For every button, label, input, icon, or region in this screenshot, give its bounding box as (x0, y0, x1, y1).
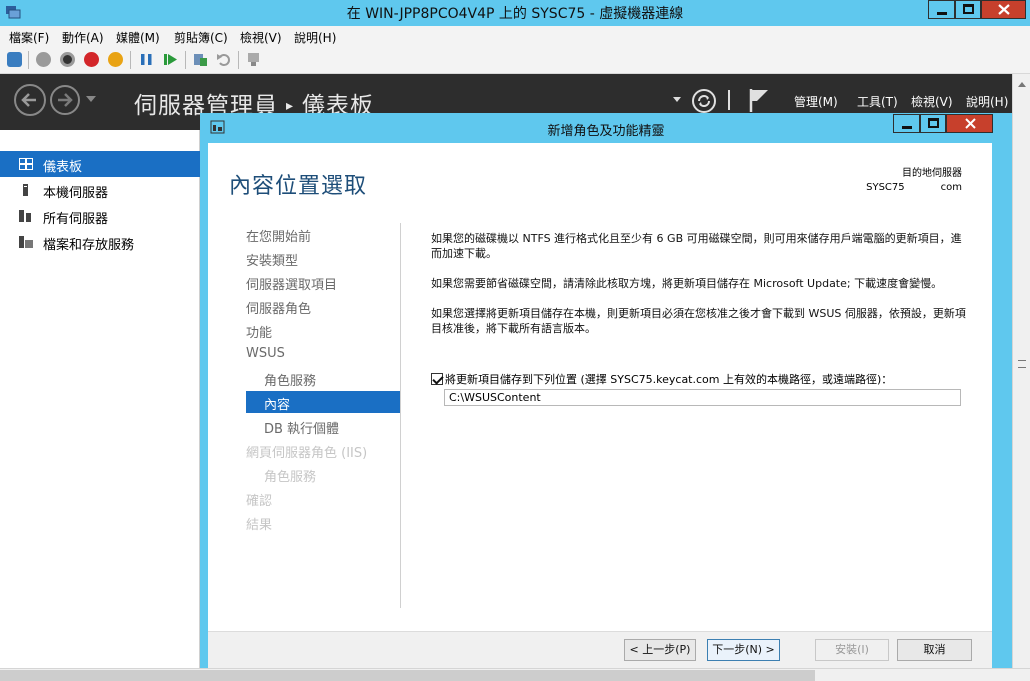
menu-media[interactable]: 媒體(M) (116, 29, 160, 46)
horizontal-scrollbar[interactable] (0, 668, 1030, 681)
sidebar-item-dashboard[interactable]: 儀表板 (0, 151, 200, 177)
close-icon (965, 118, 976, 129)
next-button[interactable]: 下一步(N) > (707, 639, 780, 661)
step-content[interactable]: 內容 (246, 391, 400, 413)
file-storage-icon (19, 236, 33, 248)
destination-label: 目的地伺服器 (902, 168, 962, 179)
pause-icon[interactable] (139, 52, 154, 67)
install-button[interactable]: 安裝(I) (815, 639, 889, 661)
vm-minimize-button[interactable] (928, 0, 955, 19)
checkpoint-icon[interactable] (193, 52, 208, 67)
flag-icon[interactable] (748, 87, 770, 113)
content-path-input[interactable] (444, 389, 961, 406)
step-role-services[interactable]: 角色服務 (246, 367, 400, 389)
scroll-thumb-grip[interactable] (1018, 360, 1026, 368)
steps-divider (400, 223, 401, 608)
refresh-icon[interactable] (691, 88, 717, 114)
header-divider (728, 90, 730, 110)
breadcrumb-separator-icon: ▸ (286, 98, 295, 114)
vm-toolbar (0, 46, 1030, 74)
save-state-icon[interactable] (108, 52, 123, 67)
forward-button[interactable] (50, 85, 80, 115)
wizard-close-button[interactable] (946, 114, 993, 133)
start-icon[interactable] (36, 52, 51, 67)
step-db-instance[interactable]: DB 執行個體 (246, 415, 400, 437)
previous-button[interactable]: < 上一步(P) (624, 639, 696, 661)
vertical-scrollbar[interactable] (1012, 74, 1030, 668)
sidebar-item-label: 檔案和存放服務 (43, 238, 135, 253)
destination-suffix: com (940, 182, 962, 193)
menu-help[interactable]: 說明(H) (294, 29, 336, 46)
menu-view[interactable]: 檢視(V) (240, 29, 282, 46)
wizard-body: 內容位置選取 目的地伺服器 SYSC75 com 在您開始前 安裝類型 伺服器選取… (208, 143, 992, 668)
wizard-maximize-button[interactable] (920, 114, 946, 133)
tools-menu[interactable]: 工具(T) (857, 93, 898, 110)
wizard-minimize-button[interactable] (893, 114, 920, 133)
destination-server: 目的地伺服器 SYSC75 com (866, 167, 962, 195)
reset-icon[interactable] (163, 52, 178, 67)
history-dropdown-icon[interactable] (86, 96, 96, 102)
vm-window-title: 在 WIN-JPP8PCO4V4P 上的 SYSC75 - 虛擬機器連線 (346, 6, 684, 22)
view-menu[interactable]: 檢視(V) (911, 93, 953, 110)
revert-icon[interactable] (216, 52, 231, 67)
step-web-server-role: 網頁伺服器角色 (IIS) (246, 446, 368, 461)
dashboard-icon (19, 158, 33, 170)
all-servers-icon (19, 210, 31, 222)
vm-close-button[interactable] (981, 0, 1026, 19)
shutdown-icon[interactable] (84, 52, 99, 67)
sidebar-item-file-storage[interactable]: 檔案和存放服務 (0, 229, 200, 255)
sidebar: 儀表板 本機伺服器 所有伺服器 檔案和存放服務 (0, 130, 200, 668)
sidebar-item-label: 所有伺服器 (43, 212, 109, 227)
store-updates-checkbox[interactable] (431, 373, 443, 385)
description-paragraph-2: 如果您需要節省磁碟空間，請清除此核取方塊，將更新項目儲存在 Microsoft … (431, 277, 943, 290)
local-server-icon (23, 184, 28, 196)
step-installation-type[interactable]: 安裝類型 (246, 247, 400, 269)
enhanced-session-icon[interactable] (246, 52, 261, 67)
vm-menubar: 檔案(F) 動作(A) 媒體(M) 剪貼簿(C) 檢視(V) 說明(H) (0, 26, 1030, 46)
forward-arrow-icon (58, 93, 73, 107)
vm-maximize-button[interactable] (955, 0, 981, 19)
manage-menu[interactable]: 管理(M) (794, 93, 838, 110)
destination-name: SYSC75 (866, 182, 905, 193)
wizard-window-title: 新增角色及功能精靈 (547, 124, 665, 139)
turn-off-icon[interactable] (60, 52, 75, 67)
step-iis-role-services: 角色服務 (264, 470, 317, 485)
back-button[interactable] (14, 84, 46, 116)
notifications-dropdown-icon[interactable] (673, 97, 681, 102)
sidebar-item-local-server[interactable]: 本機伺服器 (0, 177, 200, 203)
help-menu[interactable]: 說明(H) (966, 93, 1008, 110)
sidebar-item-label: 本機伺服器 (43, 186, 109, 201)
menu-action[interactable]: 動作(A) (62, 29, 104, 46)
step-features[interactable]: 功能 (246, 319, 400, 341)
store-updates-label: 將更新項目儲存到下列位置 (選擇 SYSC75.keycat.com 上有效的本… (445, 373, 893, 386)
ctrl-alt-del-icon[interactable] (7, 52, 22, 67)
description-paragraph-3: 如果您選擇將更新項目儲存在本機，則更新項目必須在您核准之後才會下載到 WSUS … (431, 307, 966, 335)
scroll-up-icon[interactable] (1018, 82, 1026, 87)
step-confirmation: 確認 (246, 494, 273, 509)
wizard-heading: 內容位置選取 (229, 174, 368, 199)
step-wsus[interactable]: WSUS (246, 343, 400, 365)
sidebar-item-all-servers[interactable]: 所有伺服器 (0, 203, 200, 229)
wizard-titlebar: 新增角色及功能精靈 (200, 113, 1012, 143)
menu-clipboard[interactable]: 剪貼簿(C) (174, 29, 228, 46)
sidebar-item-label: 儀表板 (43, 160, 83, 175)
wizard-footer: < 上一步(P) 下一步(N) > 安裝(I) 取消 (208, 631, 992, 668)
vm-titlebar: 在 WIN-JPP8PCO4V4P 上的 SYSC75 - 虛擬機器連線 (0, 0, 1030, 26)
back-arrow-icon (21, 93, 36, 107)
step-results: 結果 (246, 518, 273, 533)
content-description: 如果您的磁碟機以 NTFS 進行格式化且至少有 6 GB 可用磁碟空間，則可用來… (431, 231, 966, 351)
menu-file[interactable]: 檔案(F) (9, 29, 49, 46)
store-updates-option: 將更新項目儲存到下列位置 (選擇 SYSC75.keycat.com 上有效的本… (431, 371, 971, 387)
step-server-selection[interactable]: 伺服器選取項目 (246, 271, 400, 293)
horizontal-scroll-thumb[interactable] (0, 670, 815, 681)
step-before-you-begin[interactable]: 在您開始前 (246, 223, 400, 245)
description-paragraph-1: 如果您的磁碟機以 NTFS 進行格式化且至少有 6 GB 可用磁碟空間，則可用來… (431, 232, 962, 260)
cancel-button[interactable]: 取消 (897, 639, 972, 661)
add-roles-wizard: 新增角色及功能精靈 內容位置選取 目的地伺服器 SYSC75 com 在您開始前 … (200, 113, 1012, 668)
step-server-roles[interactable]: 伺服器角色 (246, 295, 400, 317)
